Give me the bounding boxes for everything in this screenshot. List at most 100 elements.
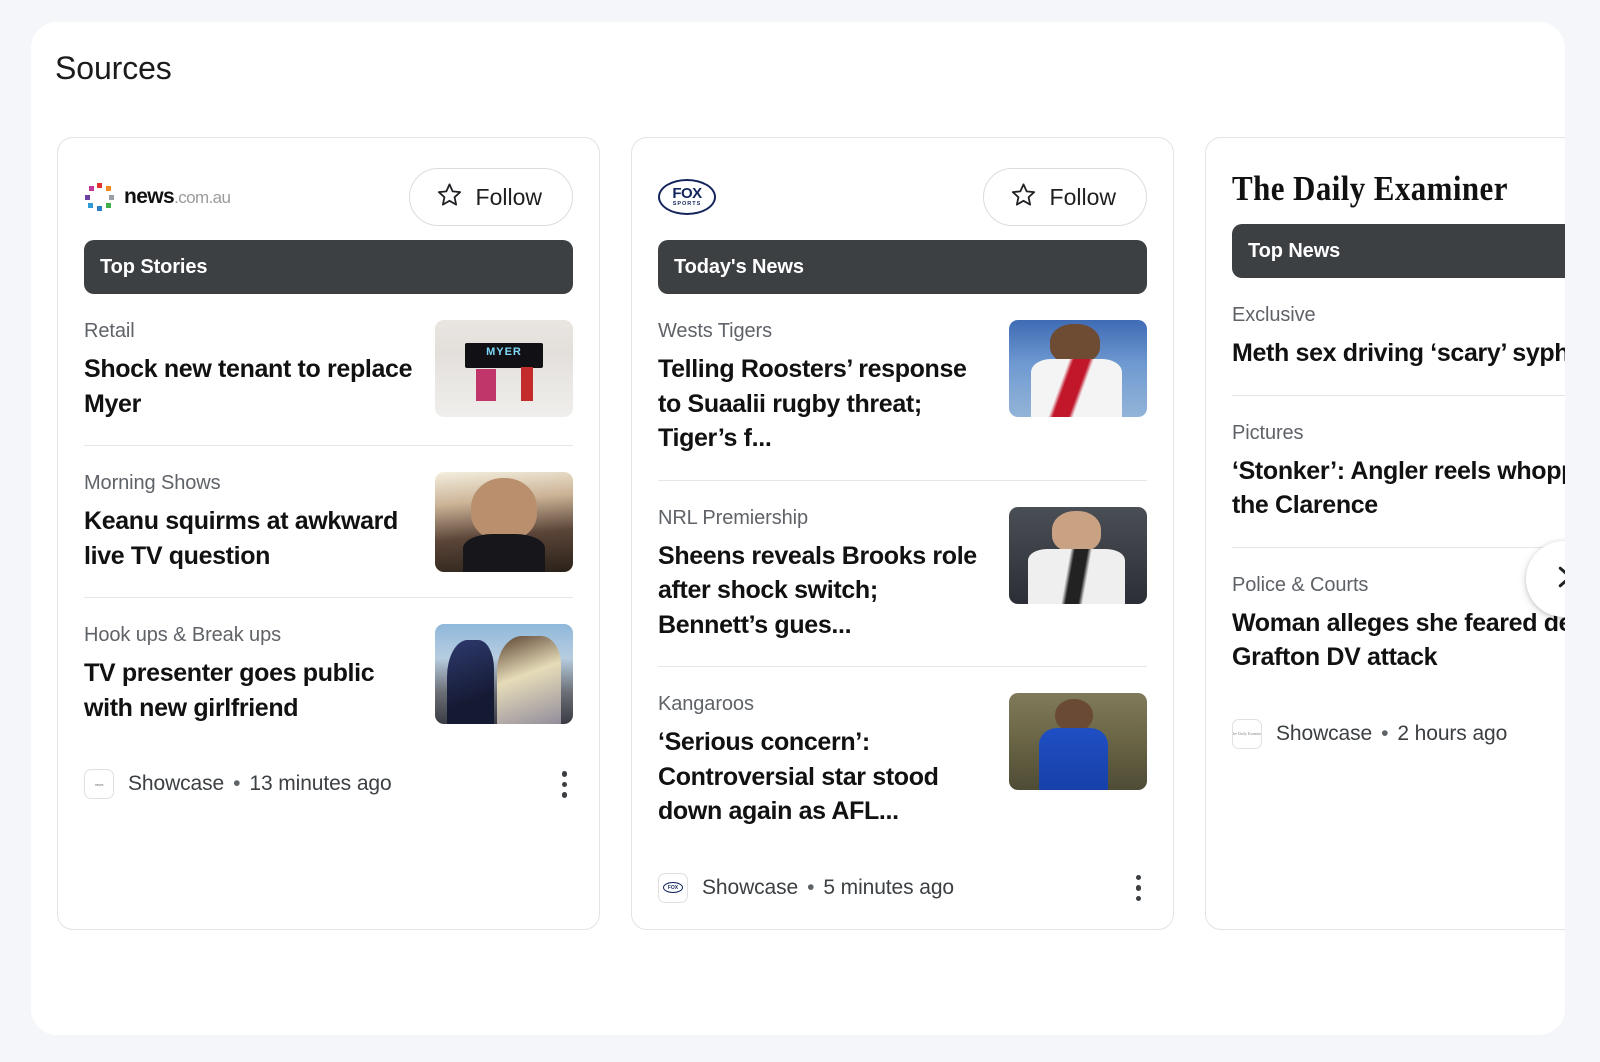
source-card-news-com-au[interactable]: news.com.au Follow Top Stories: [57, 137, 600, 930]
story-list: Exclusive Meth sex driving ‘scary’ syphi…: [1206, 278, 1565, 699]
publisher-badge-icon: The Daily Examiner: [1232, 719, 1262, 749]
star-icon: [436, 181, 463, 214]
daily-examiner-masthead: The Daily Examiner: [1232, 169, 1508, 209]
footer-separator: •: [1381, 722, 1388, 745]
footer-text: Showcase • 2 hours ago: [1276, 722, 1507, 746]
source-card-fox-sports[interactable]: FOX SPORTS Follow Today's: [631, 137, 1174, 930]
story-kicker: Exclusive: [1232, 304, 1565, 327]
story-kicker: Retail: [84, 320, 417, 343]
publisher-logo: FOX SPORTS: [658, 180, 716, 214]
footer-separator: •: [807, 876, 814, 899]
news-wordmark: news.com.au: [124, 185, 230, 209]
story-item[interactable]: Pictures ‘Stonker’: Angler reels whopper…: [1232, 396, 1565, 548]
story-kicker: Pictures: [1232, 422, 1565, 445]
story-item[interactable]: Morning Shows Keanu squirms at awkward l…: [84, 446, 573, 598]
card-header: The Daily Examiner: [1206, 154, 1565, 216]
showcase-label: Showcase: [702, 876, 798, 899]
story-text: Exclusive Meth sex driving ‘scary’ syphi…: [1232, 304, 1565, 371]
carousel-track: news.com.au Follow Top Stories: [57, 137, 1565, 930]
myer-storefront-thumbnail: [435, 320, 573, 417]
card-footer: FOX Showcase • 5 minutes ago: [632, 853, 1173, 930]
footer-timestamp: 13 minutes ago: [249, 772, 391, 795]
examiner-mini-logo: The Daily Examiner: [1232, 731, 1262, 736]
more-options-icon[interactable]: [556, 765, 574, 804]
story-text: Wests Tigers Telling Roosters’ response …: [658, 320, 991, 456]
footer-attribution: The Daily Examiner Showcase • 2 hours ago: [1232, 719, 1507, 749]
follow-button[interactable]: Follow: [983, 168, 1147, 226]
story-kicker: Kangaroos: [658, 693, 991, 716]
card-footer: news Showcase • 13 minutes ago: [58, 749, 599, 826]
tigers-player-thumbnail: [1009, 507, 1147, 604]
more-options-icon[interactable]: [1130, 869, 1148, 908]
card-header: news.com.au Follow: [58, 154, 599, 232]
chevron-right-icon: [1549, 562, 1565, 597]
story-item[interactable]: Police & Courts Woman alleges she feared…: [1232, 548, 1565, 699]
story-text: Retail Shock new tenant to replace Myer: [84, 320, 417, 421]
story-headline: Woman alleges she feared death in Grafto…: [1232, 606, 1565, 675]
sources-carousel[interactable]: news.com.au Follow Top Stories: [31, 137, 1565, 997]
publisher-badge-icon: news: [84, 769, 114, 799]
publisher-logo: news.com.au: [84, 180, 230, 214]
story-text: Kangaroos ‘Serious concern’: Controversi…: [658, 693, 991, 829]
showcase-label: Showcase: [128, 772, 224, 795]
story-headline: ‘Serious concern’: Controversial star st…: [658, 725, 991, 829]
footer-attribution: FOX Showcase • 5 minutes ago: [658, 873, 954, 903]
showcase-label: Showcase: [1276, 722, 1372, 745]
section-label: Top News: [1248, 240, 1340, 263]
section-label: Today's News: [674, 256, 804, 279]
story-text: Police & Courts Woman alleges she feared…: [1232, 574, 1565, 675]
story-list: Retail Shock new tenant to replace Myer …: [58, 294, 599, 749]
publisher-logo: The Daily Examiner: [1232, 172, 1508, 206]
sources-panel: Sources: [31, 22, 1565, 1035]
story-text: Pictures ‘Stonker’: Angler reels whopper…: [1232, 422, 1565, 523]
story-headline: Telling Roosters’ response to Suaalii ru…: [658, 352, 991, 456]
page-title: Sources: [55, 50, 172, 87]
story-kicker: Hook ups & Break ups: [84, 624, 417, 647]
section-bar: Today's News: [658, 240, 1147, 294]
story-headline: Meth sex driving ‘scary’ syphilis outbre…: [1232, 336, 1565, 371]
story-item[interactable]: Hook ups & Break ups TV presenter goes p…: [84, 598, 573, 749]
footer-text: Showcase • 5 minutes ago: [702, 876, 954, 900]
story-kicker: Morning Shows: [84, 472, 417, 495]
story-item[interactable]: Retail Shock new tenant to replace Myer: [84, 294, 573, 446]
kangaroos-player-thumbnail: [1009, 693, 1147, 790]
story-item[interactable]: NRL Premiership Sheens reveals Brooks ro…: [658, 481, 1147, 668]
story-kicker: Police & Courts: [1232, 574, 1565, 597]
story-headline: ‘Stonker’: Angler reels whopper flattie …: [1232, 454, 1565, 523]
follow-button[interactable]: Follow: [409, 168, 573, 226]
fox-text: FOX: [672, 186, 701, 201]
story-text: NRL Premiership Sheens reveals Brooks ro…: [658, 507, 991, 643]
section-label: Top Stories: [100, 256, 207, 279]
story-text: Morning Shows Keanu squirms at awkward l…: [84, 472, 417, 573]
footer-timestamp: 2 hours ago: [1397, 722, 1507, 745]
card-header: FOX SPORTS Follow: [632, 154, 1173, 232]
story-headline: Keanu squirms at awkward live TV questio…: [84, 504, 417, 573]
keanu-reeves-thumbnail: [435, 472, 573, 572]
source-card-daily-examiner[interactable]: The Daily Examiner Top News Exclusive Me…: [1205, 137, 1565, 930]
footer-separator: •: [233, 772, 240, 795]
story-list: Wests Tigers Telling Roosters’ response …: [632, 294, 1173, 853]
section-bar: Top News: [1232, 224, 1565, 278]
footer-timestamp: 5 minutes ago: [823, 876, 954, 899]
story-headline: TV presenter goes public with new girlfr…: [84, 656, 417, 725]
news-com-au-logo: news.com.au: [84, 181, 230, 213]
story-text: Hook ups & Break ups TV presenter goes p…: [84, 624, 417, 725]
news-mini-logo: news: [95, 782, 104, 787]
story-item[interactable]: Exclusive Meth sex driving ‘scary’ syphi…: [1232, 278, 1565, 396]
story-item[interactable]: Kangaroos ‘Serious concern’: Controversi…: [658, 667, 1147, 853]
footer-attribution: news Showcase • 13 minutes ago: [84, 769, 392, 799]
star-icon: [1010, 181, 1037, 214]
roosters-player-thumbnail: [1009, 320, 1147, 417]
follow-label: Follow: [476, 184, 542, 211]
sports-text: SPORTS: [673, 202, 702, 208]
story-item[interactable]: Wests Tigers Telling Roosters’ response …: [658, 294, 1147, 481]
story-kicker: NRL Premiership: [658, 507, 991, 530]
publisher-badge-icon: FOX: [658, 873, 688, 903]
section-bar: Top Stories: [84, 240, 573, 294]
couple-kissing-thumbnail: [435, 624, 573, 724]
fox-sports-logo: FOX SPORTS: [658, 179, 716, 215]
story-headline: Sheens reveals Brooks role after shock s…: [658, 539, 991, 643]
story-kicker: Wests Tigers: [658, 320, 991, 343]
story-headline: Shock new tenant to replace Myer: [84, 352, 417, 421]
fox-mini-logo: FOX: [663, 882, 683, 893]
